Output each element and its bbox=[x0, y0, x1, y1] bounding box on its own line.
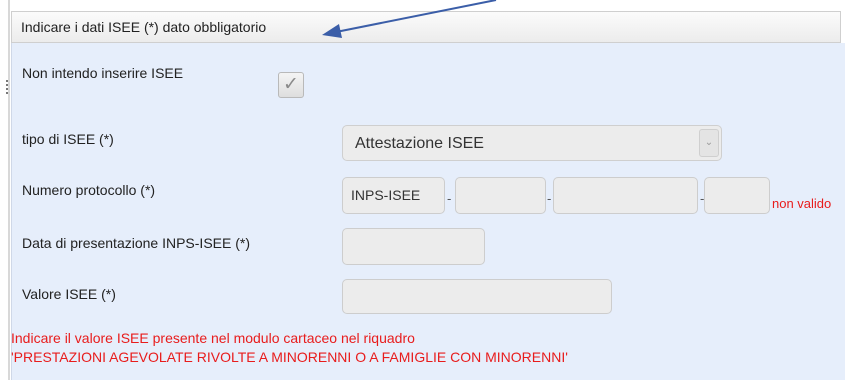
no-isee-label: Non intendo inserire ISEE bbox=[22, 65, 184, 81]
protocollo-part2-field[interactable] bbox=[553, 177, 698, 214]
protocollo-label: Numero protocollo (*) bbox=[22, 182, 156, 198]
data-presentazione-label: Data di presentazione INPS-ISEE (*) bbox=[22, 235, 250, 251]
no-isee-checkbox[interactable]: ✓ bbox=[278, 72, 304, 98]
left-border bbox=[8, 0, 10, 380]
checkmark-icon: ✓ bbox=[283, 74, 299, 95]
data-presentazione-field[interactable] bbox=[342, 228, 485, 265]
protocollo-prefix-value: INPS-ISEE bbox=[351, 187, 421, 203]
protocollo-prefix-field[interactable]: INPS-ISEE bbox=[342, 177, 445, 214]
tipo-isee-value: Attestazione ISEE bbox=[355, 135, 484, 152]
chevron-down-icon[interactable]: ⌄ bbox=[699, 129, 719, 157]
isee-note-line1: Indicare il valore ISEE presente nel mod… bbox=[11, 330, 415, 346]
tipo-isee-select[interactable]: Attestazione ISEE ⌄ bbox=[342, 125, 722, 161]
tipo-isee-label: tipo di ISEE (*) bbox=[22, 131, 114, 147]
isee-note-line2: 'PRESTAZIONI AGEVOLATE RIVOLTE A MINOREN… bbox=[11, 349, 568, 365]
valore-isee-field[interactable] bbox=[342, 279, 612, 314]
section-header: Indicare i dati ISEE (*) dato obbligator… bbox=[11, 11, 841, 43]
protocollo-separator-2: - bbox=[547, 191, 552, 206]
protocollo-separator-1: - bbox=[447, 191, 452, 206]
isee-form-screen: Indicare i dati ISEE (*) dato obbligator… bbox=[0, 0, 845, 380]
protocollo-part3-field[interactable] bbox=[704, 177, 770, 214]
valore-isee-label: Valore ISEE (*) bbox=[22, 286, 116, 302]
protocollo-part1-field[interactable] bbox=[455, 177, 546, 214]
protocollo-error: non valido bbox=[772, 196, 832, 211]
section-title: Indicare i dati ISEE (*) dato obbligator… bbox=[21, 19, 267, 35]
